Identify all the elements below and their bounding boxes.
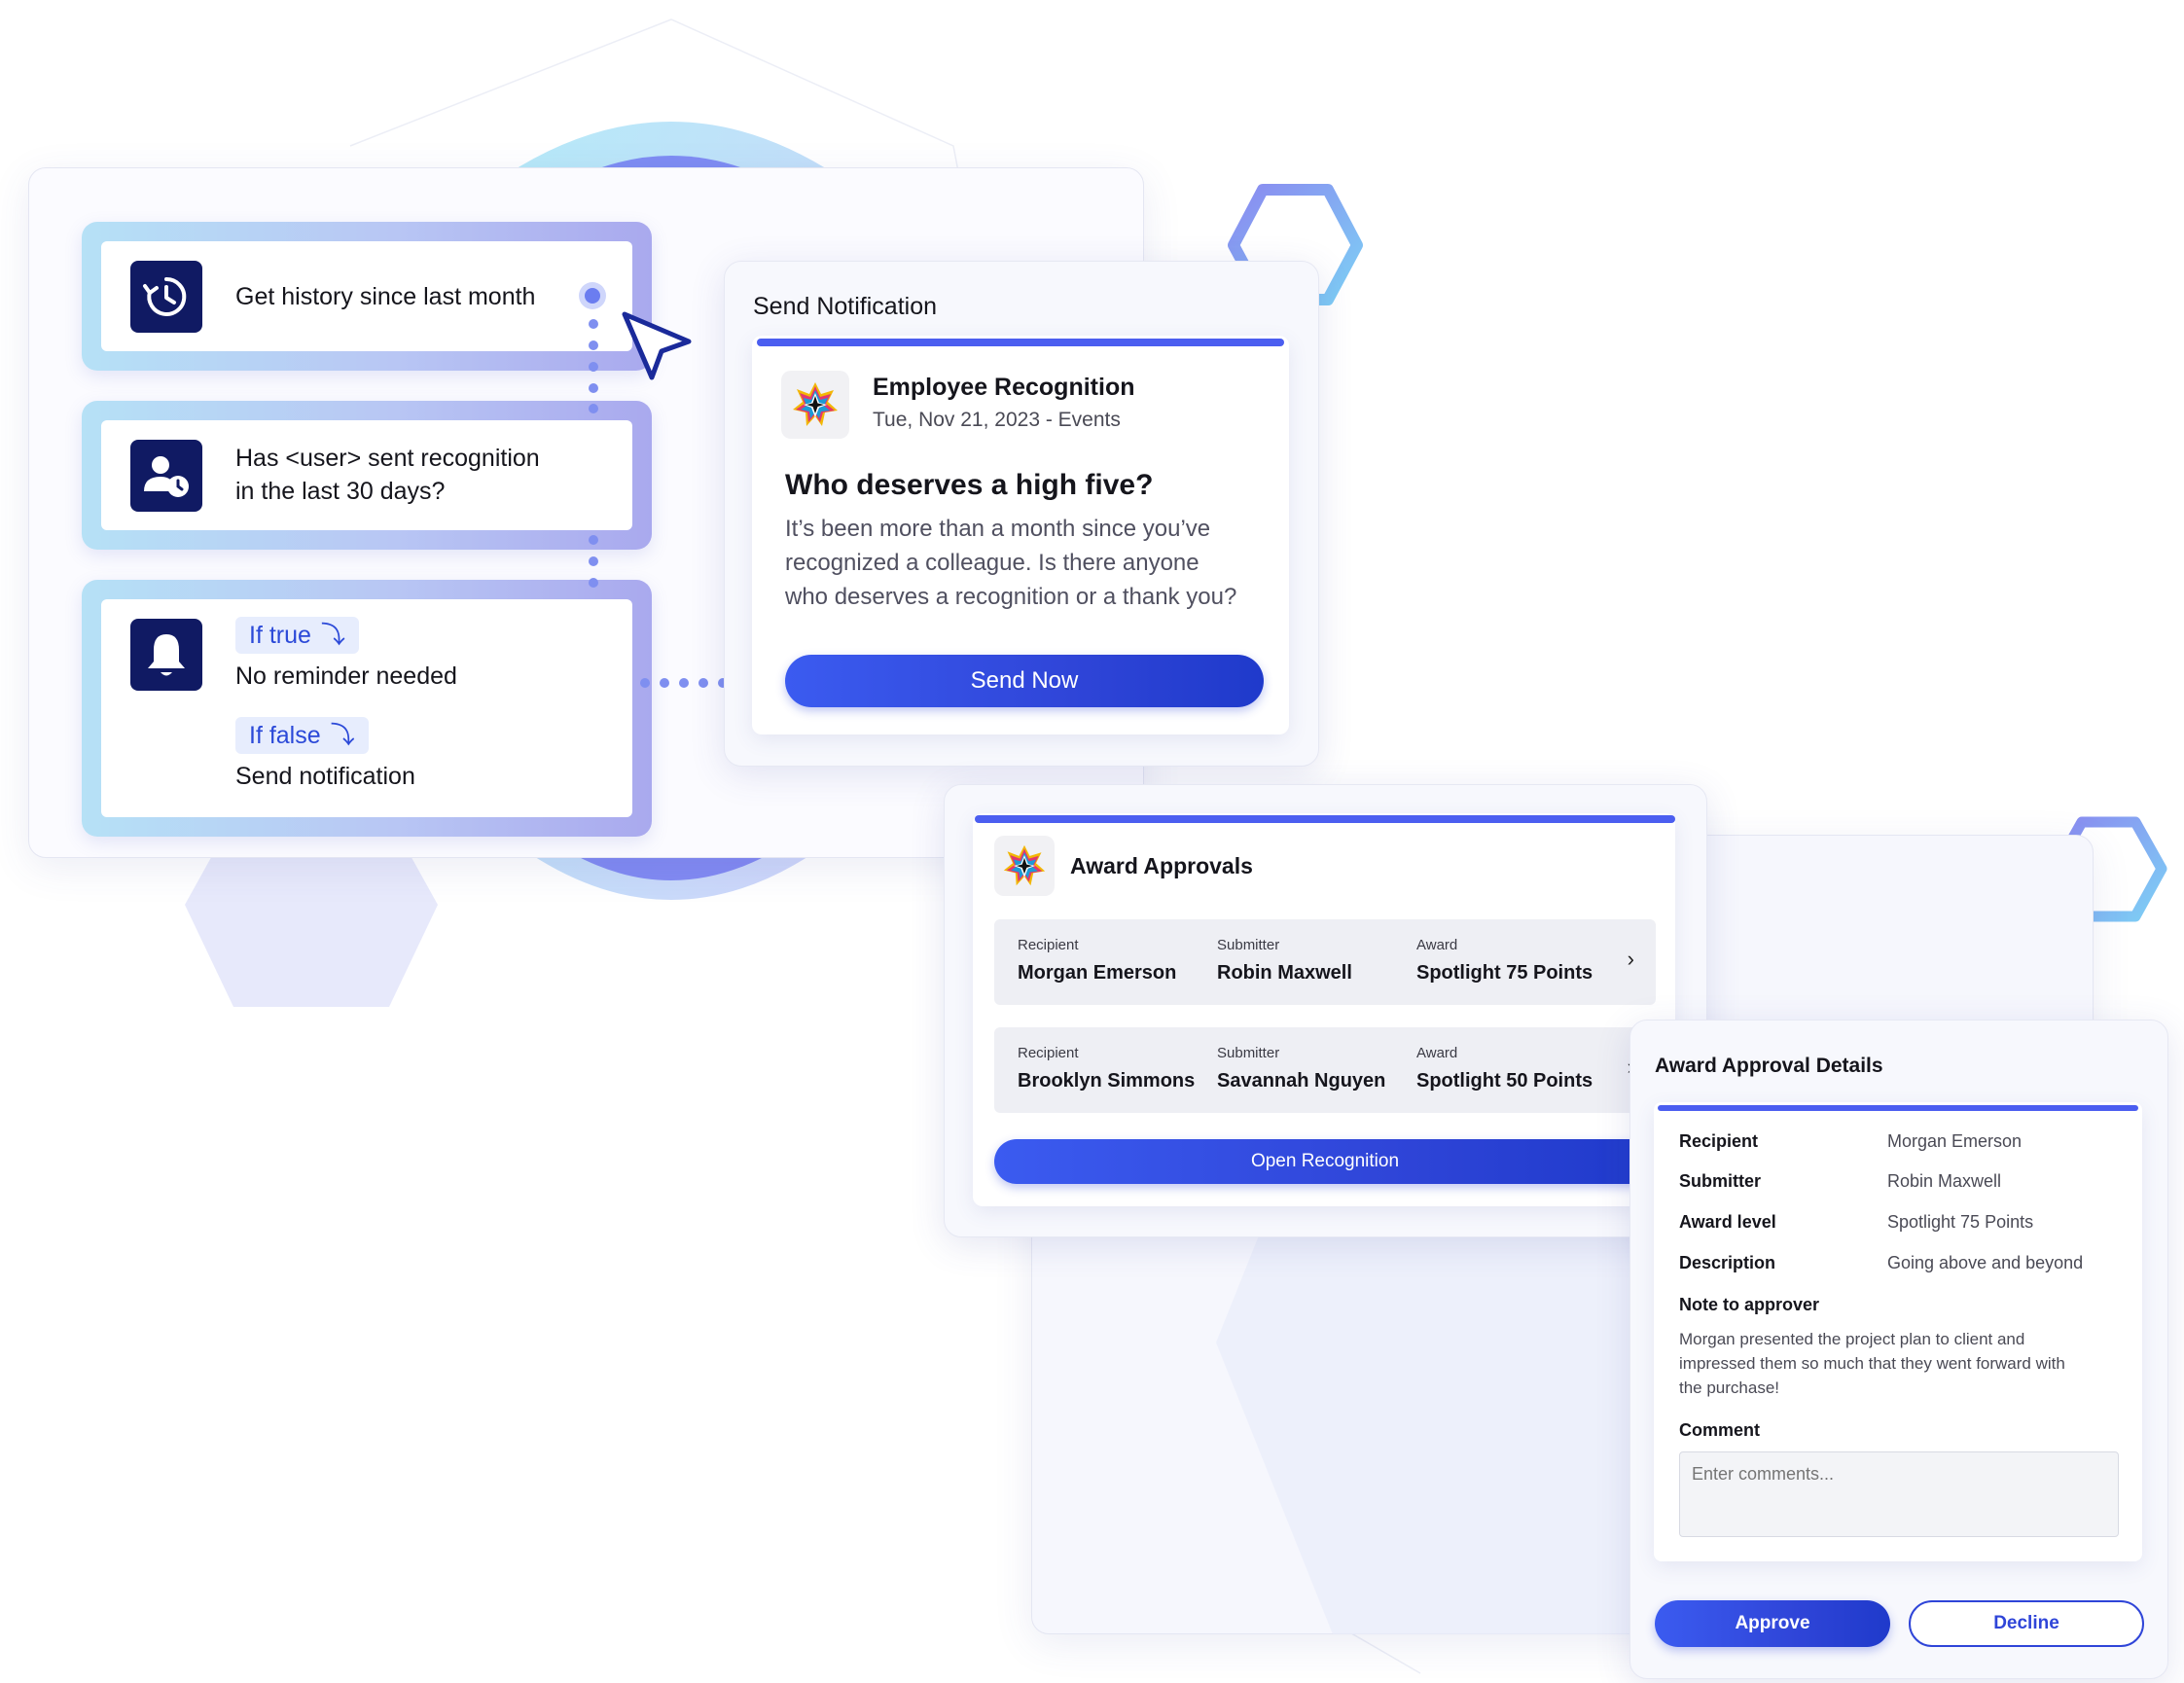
workflow-step-condition[interactable]: Has <user> sent recognition in the last … [82,401,652,550]
notification-headline: Who deserves a high five? [785,469,1154,501]
notification-body-line3: who deserves a recognition or a thank yo… [785,584,1237,610]
description-label: Description [1679,1253,1776,1272]
workflow-step-card: Get history since last month [101,241,632,351]
submitter-col-label: Submitter [1217,937,1280,953]
submitter-col-label: Submitter [1217,1045,1280,1061]
submitter-value: Robin Maxwell [1887,1171,2002,1191]
if-true-tag: If true ⤵ [235,617,359,654]
connector-dot [589,383,598,393]
description-value: Going above and beyond [1887,1253,2084,1272]
recipient-col-label: Recipient [1018,1045,1079,1061]
connector-dot [640,678,650,688]
recipient-col-label: Recipient [1018,937,1079,953]
workflow-step-card: Has <user> sent recognition in the last … [101,420,632,530]
approve-button[interactable]: Approve [1655,1600,1890,1647]
recipient-label: Recipient [1679,1131,1759,1151]
recipient-value: Brooklyn Simmons [1018,1070,1196,1092]
connector-dot [589,404,598,413]
chevron-right-icon[interactable]: › [1628,947,1634,972]
submitter-value: Savannah Nguyen [1217,1070,1386,1092]
workflow-step-history[interactable]: Get history since last month [82,222,652,371]
if-false-tag: If false ⤵ [235,717,369,754]
send-notification-title: Send Notification [753,293,938,320]
approval-row[interactable]: Recipient Morgan Emerson Submitter Robin… [994,919,1656,1005]
connector-dot [660,678,669,688]
if-false-label: If false [249,722,321,749]
connector-dot [698,678,708,688]
notification-meta: Tue, Nov 21, 2023 - Events [873,409,1121,431]
send-notification-text: Send notification [235,763,415,790]
connector-dot [679,678,689,688]
workflow-step-card: If true ⤵ No reminder needed If false ⤵ … [101,599,632,817]
note-line3: the purchase! [1679,1379,1780,1397]
bell-icon [130,619,202,691]
notification-body-line1: It’s been more than a month since you’ve [785,516,1211,542]
award-col-label: Award [1416,937,1458,953]
connector-dot [589,556,598,566]
recipient-value: Morgan Emerson [1887,1131,2023,1151]
return-arrow-icon: ⤵ [320,622,345,649]
no-reminder-text: No reminder needed [235,662,457,690]
recognition-logo-icon [994,836,1055,896]
award-level-value: Spotlight 75 Points [1887,1212,2034,1232]
open-recognition-button[interactable]: Open Recognition [994,1139,1656,1184]
connector-node [585,288,600,304]
app-name: Employee Recognition [873,374,1135,401]
send-now-button[interactable]: Send Now [785,655,1264,707]
award-col-label: Award [1416,1045,1458,1061]
notification-top-bar [757,339,1284,346]
history-icon [130,261,202,333]
award-value: Spotlight 75 Points [1416,962,1593,984]
step-history-text: Get history since last month [235,283,536,310]
details-title: Award Approval Details [1655,1055,1883,1077]
note-label: Note to approver [1679,1295,1820,1314]
submitter-value: Robin Maxwell [1217,962,1352,984]
award-level-label: Award level [1679,1212,1776,1232]
recognition-logo-icon [781,371,849,439]
recipient-value: Morgan Emerson [1018,962,1177,984]
user-clock-icon [130,440,202,512]
cursor-arrow-icon [622,311,692,380]
note-line1: Morgan presented the project plan to cli… [1679,1330,2025,1348]
step-condition-line1: Has <user> sent recognition [235,445,540,472]
connector-dot [589,362,598,372]
return-arrow-icon: ⤵ [330,722,355,749]
connector-dot [589,340,598,350]
step-condition-line2: in the last 30 days? [235,478,446,505]
connector-dot [589,535,598,545]
comment-input[interactable] [1679,1451,2119,1537]
approval-row[interactable]: Recipient Brooklyn Simmons Submitter Sav… [994,1027,1656,1113]
submitter-label: Submitter [1679,1171,1762,1191]
award-approvals-title: Award Approvals [1070,853,1253,878]
award-value: Spotlight 50 Points [1416,1070,1593,1092]
details-top-bar [1658,1105,2138,1111]
connector-dot [589,319,598,329]
connector-dot [589,578,598,588]
notification-body-line2: recognized a colleague. Is there anyone [785,550,1199,576]
decline-button[interactable]: Decline [1909,1600,2144,1647]
note-line2: impressed them so much that they went fo… [1679,1354,2065,1373]
workflow-step-branch[interactable]: If true ⤵ No reminder needed If false ⤵ … [82,580,652,837]
if-true-label: If true [249,622,311,649]
comment-label: Comment [1679,1420,1761,1440]
approvals-top-bar [975,815,1675,823]
